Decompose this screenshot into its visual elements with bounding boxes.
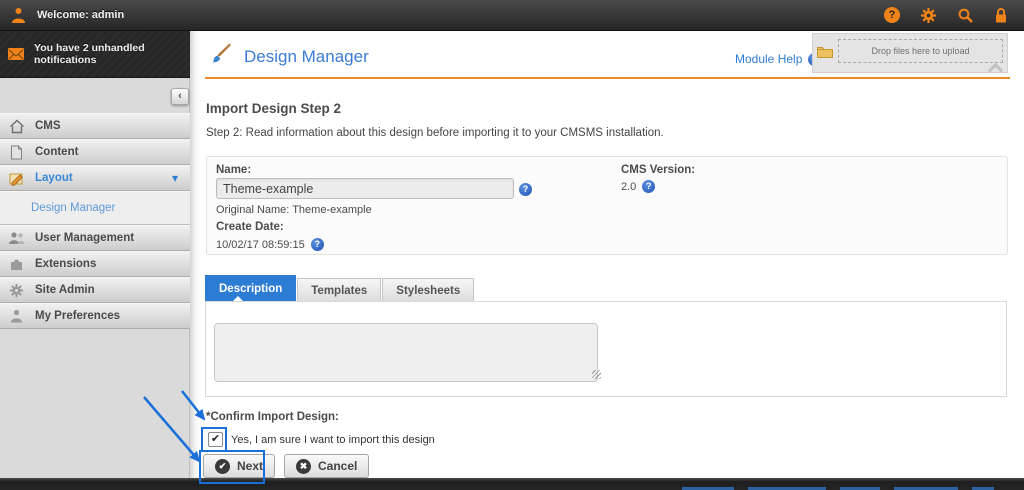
footer-bar	[0, 478, 1024, 490]
description-textarea[interactable]	[214, 323, 598, 382]
sidebar-item-user-management[interactable]: User Management	[0, 225, 190, 251]
tab-bar: Description Templates Stylesheets	[205, 275, 475, 302]
notification-text: You have 2 unhandled notifications	[34, 41, 145, 66]
design-info-fieldset: Name: ? Original Name: Theme-example Cre…	[206, 156, 1008, 255]
next-button[interactable]: ✔ Next	[203, 454, 276, 478]
original-name-text: Original Name: Theme-example	[216, 204, 372, 216]
cancel-button[interactable]: ✖ Cancel	[284, 454, 370, 478]
sidebar-item-layout[interactable]: Layout ▾	[0, 165, 190, 191]
create-date-row: 10/02/17 08:59:15 ?	[216, 238, 324, 251]
dropzone-text: Drop files here to upload	[871, 46, 970, 56]
check-icon: ✔	[215, 458, 230, 474]
cms-version-label: CMS Version:	[621, 164, 696, 176]
user-icon	[8, 309, 25, 323]
confirm-import-label: *Confirm Import Design:	[206, 411, 339, 423]
users-icon	[8, 231, 25, 245]
confirm-checkbox[interactable]: ✔	[208, 432, 223, 447]
top-bar: Welcome: admin ?	[0, 0, 1024, 31]
file-dropzone[interactable]: Drop files here to upload	[812, 33, 1008, 79]
create-date-value: 10/02/17 08:59:15	[216, 238, 305, 251]
chevron-down-icon: ▾	[171, 171, 178, 185]
folder-icon	[817, 45, 833, 63]
help-icon[interactable]: ?	[884, 7, 900, 23]
puzzle-icon	[8, 257, 25, 271]
cms-version-value: 2.0	[621, 180, 637, 193]
sidebar-item-design-manager[interactable]: Design Manager	[0, 191, 190, 225]
name-label: Name:	[216, 164, 252, 176]
tab-templates[interactable]: Templates	[297, 278, 382, 302]
help-icon[interactable]: ?	[642, 180, 656, 193]
welcome-text: Welcome: admin	[37, 9, 125, 21]
module-title-area: Design Manager	[210, 42, 369, 72]
header-divider	[205, 77, 1010, 79]
module-help-link[interactable]: Module Help ?	[735, 52, 822, 66]
topbar-icons: ?	[884, 7, 1024, 24]
step-description: Step 2: Read information about this desi…	[206, 127, 664, 139]
paintbrush-icon	[210, 42, 232, 72]
name-input[interactable]	[216, 178, 514, 199]
page-heading: Import Design Step 2	[206, 101, 342, 116]
document-icon	[8, 145, 25, 160]
dropzone-dashed-area: Drop files here to upload	[838, 39, 1003, 63]
sidebar-item-cms[interactable]: CMS	[0, 113, 190, 139]
lock-icon[interactable]	[994, 7, 1008, 24]
sidebar-collapse-button[interactable]: ‹	[171, 88, 189, 105]
envelope-icon	[8, 47, 24, 60]
help-icon[interactable]: ?	[519, 183, 532, 196]
main-content: Design Manager Module Help ? Drop files …	[190, 30, 1024, 478]
settings-icon[interactable]	[920, 7, 937, 24]
cms-version-row: 2.0 ?	[621, 180, 656, 193]
page-title[interactable]: Design Manager	[244, 47, 369, 67]
chevron-up-icon[interactable]	[987, 62, 1004, 79]
layout-icon	[8, 171, 25, 186]
create-date-label: Create Date:	[216, 221, 284, 233]
sidebar-item-my-preferences[interactable]: My Preferences	[0, 303, 190, 329]
notification-bar[interactable]: You have 2 unhandled notifications	[0, 30, 190, 78]
sidebar-item-site-admin[interactable]: Site Admin	[0, 277, 190, 303]
gear-icon	[8, 283, 25, 298]
form-buttons: ✔ Next ✖ Cancel	[203, 454, 370, 478]
confirm-checkbox-row: ✔ Yes, I am sure I want to import this d…	[208, 432, 435, 447]
sidebar-item-content[interactable]: Content	[0, 139, 190, 165]
help-icon[interactable]: ?	[310, 238, 324, 251]
welcome-area: Welcome: admin	[0, 7, 124, 24]
search-icon[interactable]	[957, 7, 974, 24]
tab-description[interactable]: Description	[205, 275, 297, 302]
close-icon: ✖	[296, 458, 312, 474]
resize-handle-icon[interactable]	[592, 370, 601, 379]
sidebar-item-extensions[interactable]: Extensions	[0, 251, 190, 277]
home-icon	[8, 119, 25, 134]
sidebar-menu: CMS Content Layout ▾ Design Manager User…	[0, 113, 190, 329]
description-tab-panel	[205, 301, 1007, 397]
cmsms-admin-screen: Welcome: admin ? You have 2 unhandled no…	[0, 0, 1024, 490]
confirm-checkbox-label: Yes, I am sure I want to import this des…	[231, 433, 435, 446]
tab-stylesheets[interactable]: Stylesheets	[382, 278, 475, 302]
sidebar: ‹ CMS Content Layout ▾ Design Manager Us…	[0, 78, 190, 478]
user-icon	[10, 7, 27, 24]
